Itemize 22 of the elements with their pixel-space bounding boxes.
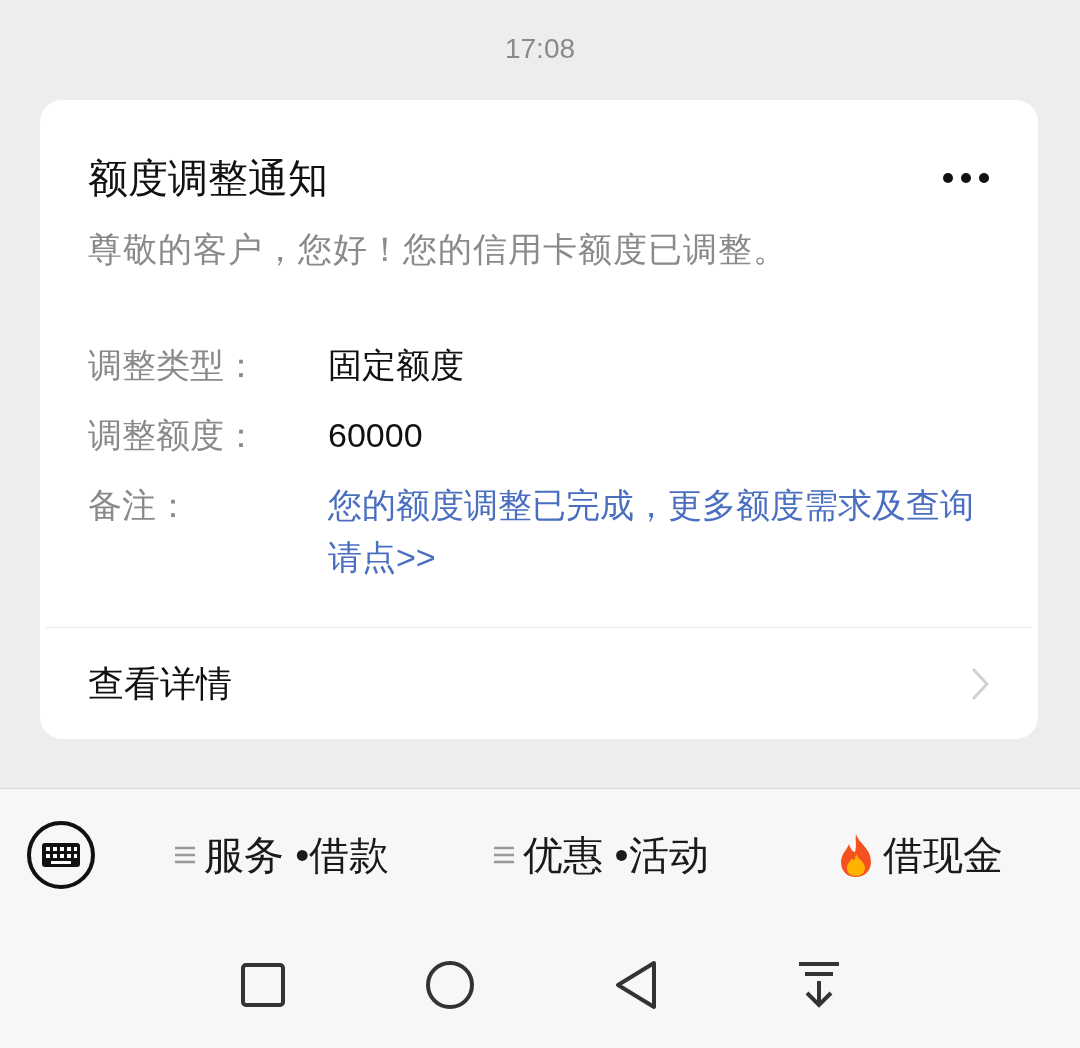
menu-icon	[174, 845, 197, 865]
menu-icon	[493, 845, 516, 865]
menu-button[interactable]: 借现金	[760, 814, 1080, 896]
more-icon[interactable]	[942, 172, 990, 184]
card-title: 额度调整通知	[88, 155, 328, 202]
field-label: 调整类型：	[88, 345, 259, 386]
field-value: 固定额度	[328, 345, 464, 386]
menu-button[interactable]: 服务 •借款	[122, 814, 442, 896]
details-link[interactable]: 查看详情	[88, 656, 232, 711]
back-triangle-icon[interactable]	[613, 960, 658, 1010]
field-label: 备注：	[88, 485, 191, 526]
note-link[interactable]: 您的额度调整已完成，更多额度需求及查询请点>>	[328, 479, 978, 583]
keyboard-icon[interactable]	[26, 820, 96, 890]
field-label: 调整额度：	[88, 415, 259, 456]
circle-icon[interactable]	[424, 960, 475, 1010]
timestamp: 17:08	[503, 32, 577, 66]
chevron-right-icon	[970, 665, 990, 702]
menu-button[interactable]: 优惠 •活动	[441, 814, 761, 896]
down-arrow-icon[interactable]	[796, 961, 841, 1009]
field-value: 60000	[328, 415, 423, 456]
card-subtitle: 尊敬的客户，您好！您的信用卡额度已调整。	[88, 229, 789, 270]
square-icon[interactable]	[239, 962, 286, 1008]
